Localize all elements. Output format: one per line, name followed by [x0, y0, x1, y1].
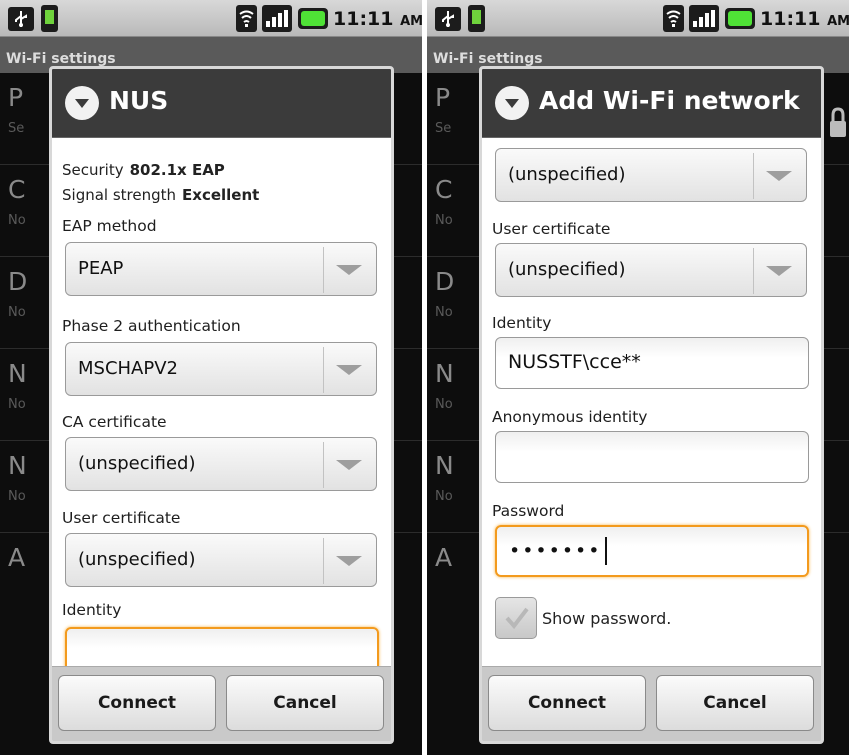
dialog-header: Add Wi-Fi network: [482, 69, 821, 138]
checkmark-icon: [505, 607, 529, 630]
dropdown-arrow-icon: [336, 365, 362, 375]
eap-method-select[interactable]: PEAP: [65, 242, 377, 296]
identity-label: Identity: [492, 314, 552, 332]
clock: 11:11 AM: [760, 8, 849, 30]
dialog-body[interactable]: Security 802.1x EAP Signal strength Excell…: [52, 138, 391, 666]
cancel-button[interactable]: Cancel: [656, 675, 814, 731]
dialog-footer: Connect Cancel: [482, 666, 821, 741]
wifi-icon: [663, 5, 684, 32]
password-input[interactable]: •••••••: [495, 525, 809, 577]
wifi-icon: [236, 5, 257, 32]
ca-certificate-label: CA certificate: [62, 413, 167, 431]
eap-method-label: EAP method: [62, 217, 157, 235]
show-password-checkbox[interactable]: [495, 597, 537, 639]
usb-icon: [8, 7, 34, 31]
chevron-down-icon: [495, 86, 529, 120]
status-bar: 11:11 AM: [0, 0, 422, 37]
show-password-label[interactable]: Show password.: [542, 609, 671, 628]
ca-certificate-select[interactable]: (unspecified): [65, 437, 377, 491]
clock: 11:11 AM: [333, 8, 422, 30]
dialog-title: NUS: [109, 86, 169, 115]
phone-icon: [41, 5, 58, 32]
battery-icon: [298, 8, 328, 29]
user-certificate-select[interactable]: (unspecified): [65, 533, 377, 587]
dialog-title: Add Wi-Fi network: [539, 86, 800, 115]
signal-icon: [689, 5, 719, 32]
password-label: Password: [492, 502, 565, 520]
dropdown-arrow-icon: [336, 556, 362, 566]
anonymous-identity-input[interactable]: [495, 431, 809, 483]
add-network-dialog: Add Wi-Fi network (unspecified) User cer…: [479, 66, 824, 744]
dropdown-arrow-icon: [766, 171, 792, 181]
connect-button[interactable]: Connect: [488, 675, 646, 731]
dropdown-arrow-icon: [336, 265, 362, 275]
identity-label: Identity: [62, 601, 122, 619]
signal-icon: [262, 5, 292, 32]
identity-input[interactable]: NUSSTF\cce**: [495, 337, 809, 389]
dialog-body[interactable]: (unspecified) User certificate (unspecif…: [482, 138, 821, 666]
ca-certificate-select[interactable]: (unspecified): [495, 148, 807, 202]
phase2-select[interactable]: MSCHAPV2: [65, 342, 377, 396]
network-dialog: NUS Security 802.1x EAP Signal strength Ex…: [49, 66, 394, 744]
security-info: Security 802.1x EAP: [62, 161, 225, 179]
identity-input[interactable]: [65, 627, 379, 666]
connect-button[interactable]: Connect: [58, 675, 216, 731]
text-cursor: [605, 537, 607, 565]
phone-icon: [468, 5, 485, 32]
phase2-label: Phase 2 authentication: [62, 317, 241, 335]
usb-icon: [435, 7, 461, 31]
dropdown-arrow-icon: [336, 460, 362, 470]
chevron-down-icon: [65, 86, 99, 120]
dialog-footer: Connect Cancel: [52, 666, 391, 741]
cancel-button[interactable]: Cancel: [226, 675, 384, 731]
right-screen: 11:11 AM Wi-Fi settings P Se C No D No N No …: [427, 0, 849, 755]
signal-info: Signal strength Excellent: [62, 186, 260, 204]
status-bar: 11:11 AM: [427, 0, 849, 37]
left-screen: 11:11 AM Wi-Fi settings P Se C No D No N No …: [0, 0, 422, 755]
user-certificate-label: User certificate: [492, 220, 611, 238]
anonymous-identity-label: Anonymous identity: [492, 408, 648, 426]
dialog-header: NUS: [52, 69, 391, 138]
lock-icon: [830, 107, 846, 137]
user-certificate-select[interactable]: (unspecified): [495, 243, 807, 297]
user-certificate-label: User certificate: [62, 509, 181, 527]
dropdown-arrow-icon: [766, 266, 792, 276]
battery-icon: [725, 8, 755, 29]
